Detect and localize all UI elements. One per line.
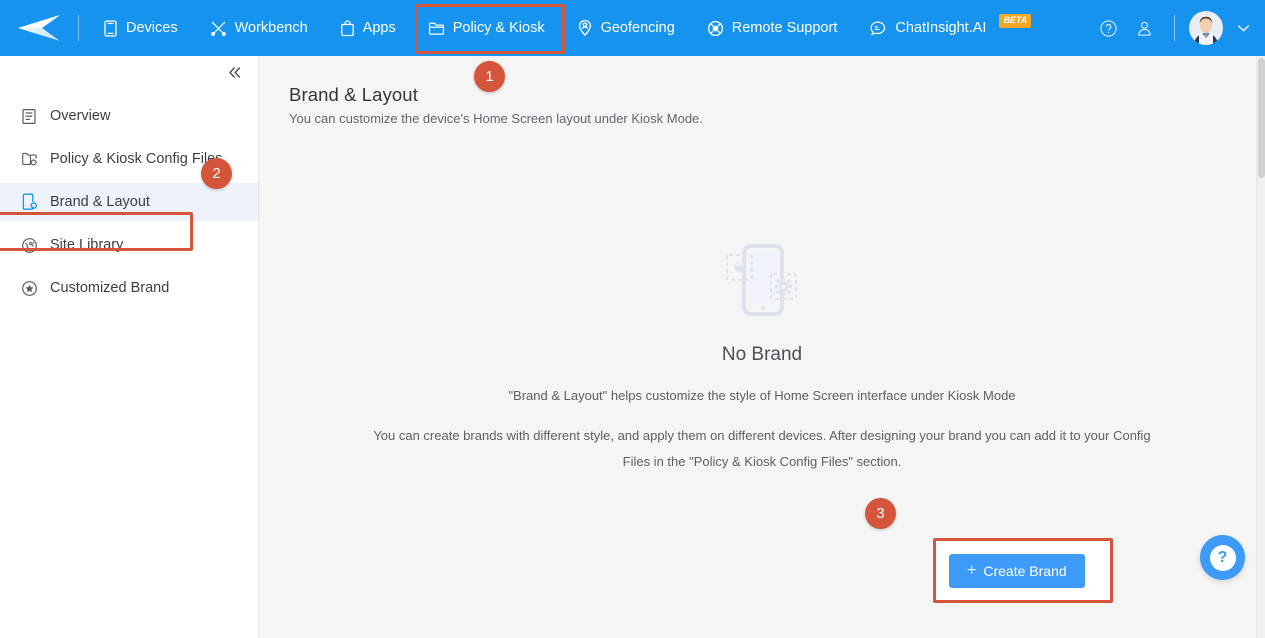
nav-item-label: Geofencing xyxy=(600,20,675,36)
nav-item-label: ChatInsight.AI xyxy=(895,20,987,36)
help-floating-button[interactable]: ? xyxy=(1200,535,1245,580)
folder-config-icon xyxy=(20,150,38,168)
create-brand-button[interactable]: + Create Brand xyxy=(949,554,1085,588)
chevron-down-icon[interactable] xyxy=(1233,18,1253,38)
nav-item-label: Policy & Kiosk xyxy=(452,20,545,36)
app-root: Devices Workbench Apps Policy & Kiosk Ge… xyxy=(0,0,1265,638)
create-brand-label: Create Brand xyxy=(983,563,1067,579)
sidebar-item-label: Brand & Layout xyxy=(50,194,150,210)
nav-item-apps[interactable]: Apps xyxy=(324,0,412,56)
sidebar-item-label: Site Library xyxy=(50,237,124,253)
vertical-scrollbar-track[interactable] xyxy=(1256,56,1265,638)
nav-item-remote-support[interactable]: Remote Support xyxy=(691,0,854,56)
nav-item-policy-kiosk[interactable]: Policy & Kiosk xyxy=(412,0,561,56)
phone-icon xyxy=(103,19,118,37)
double-chevron-left-icon[interactable] xyxy=(224,62,244,82)
top-nav-right-actions xyxy=(1092,0,1265,56)
nav-item-label: Remote Support xyxy=(731,20,838,36)
globe-icon xyxy=(20,236,38,254)
nav-item-geofencing[interactable]: Geofencing xyxy=(561,0,691,56)
logo-divider xyxy=(78,15,79,41)
nav-item-label: Devices xyxy=(126,20,178,36)
empty-state-description-2: You can create brands with different sty… xyxy=(373,428,1151,469)
sidebar-collapse-row xyxy=(0,56,258,88)
user-account-icon[interactable] xyxy=(1128,12,1160,44)
top-nav-items: Devices Workbench Apps Policy & Kiosk Ge… xyxy=(87,0,1047,56)
nav-item-label: Apps xyxy=(362,20,396,36)
phone-brand-placeholder-illustration xyxy=(714,236,810,332)
sidebar-item-label: Overview xyxy=(50,108,111,124)
empty-state-description-1: "Brand & Layout" helps customize the sty… xyxy=(508,388,1016,403)
page-title: Brand & Layout xyxy=(289,84,418,105)
page-subtitle: You can customize the device's Home Scre… xyxy=(289,111,703,126)
nav-item-devices[interactable]: Devices xyxy=(87,0,194,56)
shopping-bag-icon xyxy=(340,19,355,37)
map-pin-person-icon xyxy=(577,19,593,37)
create-brand-zone: + Create Brand xyxy=(933,538,1113,603)
plus-icon: + xyxy=(967,562,977,579)
phone-config-icon xyxy=(20,193,38,211)
nav-item-workbench[interactable]: Workbench xyxy=(194,0,324,56)
help-circle-icon[interactable] xyxy=(1092,12,1124,44)
paper-plane-logo-icon xyxy=(18,15,60,41)
sidebar-item-customized-brand[interactable]: Customized Brand xyxy=(0,269,258,307)
empty-state: No Brand "Brand & Layout" helps customiz… xyxy=(259,236,1265,475)
user-avatar[interactable] xyxy=(1189,11,1223,45)
tools-icon xyxy=(210,20,227,37)
nav-item-label: Workbench xyxy=(234,20,308,36)
chat-ai-icon xyxy=(869,20,887,37)
annotation-badge-1: 1 xyxy=(474,61,505,92)
vertical-scrollbar-thumb[interactable] xyxy=(1258,58,1265,178)
question-mark-icon: ? xyxy=(1209,544,1236,571)
life-buoy-icon xyxy=(707,20,724,37)
star-circle-icon xyxy=(20,279,38,297)
sidebar: Overview Policy & Kiosk Config Files Bra… xyxy=(0,56,259,638)
annotation-badge-3: 3 xyxy=(865,498,896,529)
document-icon xyxy=(20,107,38,125)
sidebar-item-label: Customized Brand xyxy=(50,280,170,296)
sidebar-item-site-library[interactable]: Site Library xyxy=(0,226,258,264)
app-logo[interactable] xyxy=(0,0,78,56)
top-navigation-bar: Devices Workbench Apps Policy & Kiosk Ge… xyxy=(0,0,1265,56)
sidebar-item-label: Policy & Kiosk Config Files xyxy=(50,151,223,167)
sidebar-item-overview[interactable]: Overview xyxy=(0,97,258,135)
annotation-badge-2: 2 xyxy=(201,158,232,189)
main-content: Brand & Layout You can customize the dev… xyxy=(259,56,1265,638)
empty-state-title: No Brand xyxy=(721,344,803,365)
nav-item-chatinsight-ai[interactable]: ChatInsight.AI BETA xyxy=(853,0,1047,56)
folder-icon xyxy=(428,21,445,36)
beta-badge: BETA xyxy=(999,14,1032,28)
topbar-divider xyxy=(1174,15,1175,41)
